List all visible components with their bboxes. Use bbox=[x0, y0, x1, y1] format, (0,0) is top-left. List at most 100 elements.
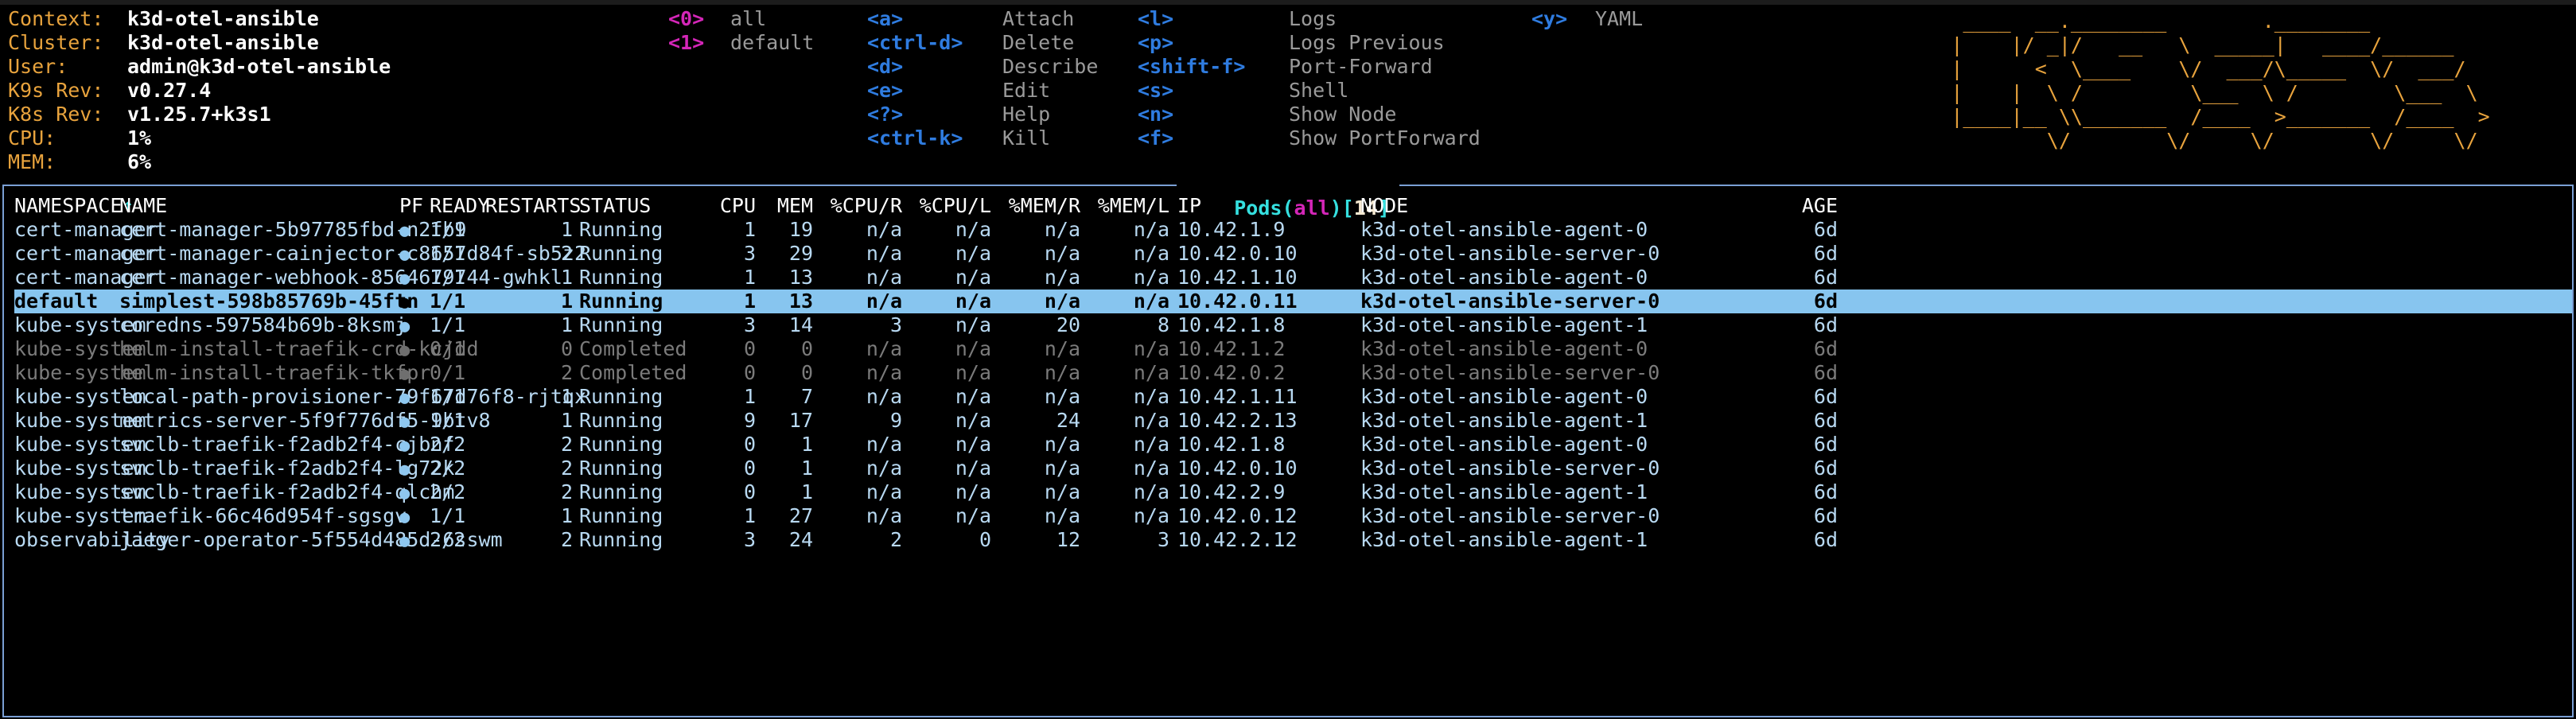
table-row[interactable]: observabilityjaeger-operator-5f554d485d-… bbox=[14, 528, 2572, 552]
table-row[interactable]: kube-systemsvclb-traefik-f2adb2f4-qlchm●… bbox=[14, 480, 2572, 504]
status-dot-icon: ● bbox=[399, 245, 411, 265]
shortcut-logs[interactable]: <l> Logs bbox=[1138, 7, 1481, 31]
cell-memr: n/a bbox=[1044, 385, 1080, 408]
shortcut-kill[interactable]: <ctrl-k> Kill bbox=[867, 126, 1098, 150]
cell-meml: n/a bbox=[1133, 290, 1169, 313]
column-header-age[interactable]: AGE bbox=[1774, 194, 1838, 218]
cell-meml: n/a bbox=[1133, 266, 1169, 289]
cell-cpul: n/a bbox=[955, 385, 991, 408]
status-dot-icon: ● bbox=[399, 317, 411, 336]
cell-node: k3d-otel-ansible-server-0 bbox=[1360, 457, 1660, 480]
cell-memr: n/a bbox=[1044, 361, 1080, 384]
table-row[interactable]: cert-managercert-manager-5b97785fbd-n2fb… bbox=[14, 218, 2572, 242]
table-row[interactable]: kube-systemlocal-path-provisioner-79f67d… bbox=[14, 385, 2572, 409]
table-row[interactable]: kube-systemsvclb-traefik-f2adb2f4-cjbnf●… bbox=[14, 433, 2572, 457]
cell-ready: 1/1 bbox=[430, 409, 466, 432]
cell-namespace: kube-system bbox=[14, 361, 146, 384]
cell-restarts: 1 bbox=[560, 290, 573, 313]
cell-ip: 10.42.0.2 bbox=[1177, 361, 1286, 384]
cell-restarts: 1 bbox=[560, 385, 573, 408]
status-dot-icon: ● bbox=[399, 340, 411, 360]
column-header--mem-l[interactable]: %MEM/L bbox=[1080, 194, 1169, 218]
namespace-shortcut-label: all bbox=[730, 7, 767, 30]
column-header-pf[interactable]: PF bbox=[399, 194, 430, 218]
column-header-ready[interactable]: READY bbox=[430, 194, 489, 218]
column-header-name[interactable]: NAME bbox=[119, 194, 399, 218]
cell-ip: 10.42.2.9 bbox=[1177, 480, 1286, 503]
cell-node: k3d-otel-ansible-agent-0 bbox=[1360, 385, 1648, 408]
shortcut-logs-previous[interactable]: <p> Logs Previous bbox=[1138, 31, 1481, 55]
column-header--cpu-r[interactable]: %CPU/R bbox=[813, 194, 902, 218]
table-row[interactable]: kube-systemtraefik-66c46d954f-sgsgv● 1/1 1… bbox=[14, 504, 2572, 528]
cell-cpul: n/a bbox=[955, 337, 991, 360]
cell-mem: 29 bbox=[788, 242, 813, 265]
shortcut-label: Logs bbox=[1289, 7, 1337, 30]
table-row[interactable]: default simplest-598b85769b-45ftn● 1/1 1 Run… bbox=[14, 290, 2572, 313]
table-row[interactable]: cert-managercert-manager-cainjector-c865… bbox=[14, 242, 2572, 266]
shortcut-port-forward[interactable]: <shift-f> Port-Forward bbox=[1138, 55, 1481, 79]
table-row[interactable]: cert-managercert-manager-webhook-8564679… bbox=[14, 266, 2572, 290]
shortcut-show-node[interactable]: <n> Show Node bbox=[1138, 103, 1481, 126]
cell-namespace: kube-system bbox=[14, 480, 146, 503]
cell-status: Completed bbox=[579, 337, 687, 360]
column-header-restarts[interactable]: RESTARTS bbox=[485, 194, 581, 218]
table-row[interactable]: kube-systemsvclb-traefik-f2adb2f4-lg72k●… bbox=[14, 457, 2572, 480]
cell-ip: 10.42.2.12 bbox=[1177, 528, 1298, 551]
column-header-mem[interactable]: MEM bbox=[756, 194, 813, 218]
column-header--mem-r[interactable]: %MEM/R bbox=[991, 194, 1080, 218]
cell-mem: 19 bbox=[788, 218, 813, 241]
shortcut-shell[interactable]: <s> Shell bbox=[1138, 79, 1481, 103]
namespace-shortcut-all[interactable]: <0> all bbox=[668, 7, 814, 31]
column-header-node[interactable]: NODE bbox=[1360, 194, 1774, 218]
cell-status: Running bbox=[579, 242, 663, 265]
cluster-info-key: User: bbox=[8, 55, 68, 78]
cluster-info-key: Cluster: bbox=[8, 31, 104, 54]
shortcut-show-portforward[interactable]: <f> Show PortForward bbox=[1138, 126, 1481, 150]
namespace-shortcut-default[interactable]: <1> default bbox=[668, 31, 814, 55]
cell-status: Running bbox=[579, 385, 663, 408]
cell-restarts: 1 bbox=[560, 313, 573, 336]
shortcut-attach[interactable]: <a> Attach bbox=[867, 7, 1098, 31]
table-row[interactable]: kube-systemcoredns-597584b69b-8ksmj● 1/1 1… bbox=[14, 313, 2572, 337]
shortcut-label: Show PortForward bbox=[1289, 126, 1481, 150]
cell-namespace: default bbox=[14, 290, 99, 313]
cell-memr: n/a bbox=[1044, 457, 1080, 480]
column-header--cpu-l[interactable]: %CPU/L bbox=[902, 194, 991, 218]
cell-node: k3d-otel-ansible-agent-0 bbox=[1360, 266, 1648, 289]
table-row[interactable]: kube-systemhelm-install-traefik-tkfpr● 0/… bbox=[14, 361, 2572, 385]
cell-mem: 13 bbox=[788, 266, 813, 289]
column-header-label: NAMESPACE bbox=[14, 194, 123, 217]
column-header-status[interactable]: STATUS bbox=[573, 194, 698, 218]
cell-cpur: n/a bbox=[866, 433, 902, 456]
cell-ip: 10.42.1.2 bbox=[1177, 337, 1286, 360]
shortcut-key: <?> bbox=[867, 103, 904, 126]
table-row[interactable]: kube-systemmetrics-server-5f9f776df5-9bt… bbox=[14, 409, 2572, 433]
status-dot-icon: ● bbox=[399, 364, 411, 384]
cell-status: Running bbox=[579, 290, 663, 313]
port-forward-status-icon: ● bbox=[399, 242, 430, 267]
k9s-logo-ascii-art: ____ __.________ .________ | |/ _|/ __ \… bbox=[1951, 10, 2490, 152]
cell-age: 6d bbox=[1813, 361, 1838, 384]
shortcut-help[interactable]: <?> Help bbox=[867, 103, 1098, 126]
table-header-row: NAMESPACE↑NAME PF READYRESTARTSSTATUS CPU ME… bbox=[14, 194, 2572, 218]
cell-mem: 13 bbox=[788, 290, 813, 313]
cell-ready: 2/2 bbox=[430, 457, 466, 480]
cell-restarts: 2 bbox=[560, 242, 573, 265]
cell-age: 6d bbox=[1813, 337, 1838, 360]
shortcut-yaml[interactable]: <y> YAML bbox=[1531, 7, 1643, 31]
shortcut-edit[interactable]: <e> Edit bbox=[867, 79, 1098, 103]
status-dot-icon: ● bbox=[399, 460, 411, 480]
column-header-namespace[interactable]: NAMESPACE↑ bbox=[14, 194, 134, 218]
cell-node: k3d-otel-ansible-agent-1 bbox=[1360, 313, 1648, 336]
shortcuts-column-3: <y> YAML bbox=[1531, 7, 1643, 31]
cell-ready: 1/1 bbox=[430, 242, 466, 265]
table-row[interactable]: kube-systemhelm-install-traefik-crd-kcjd… bbox=[14, 337, 2572, 361]
column-header-cpu[interactable]: CPU bbox=[698, 194, 756, 218]
cell-namespace: cert-manager bbox=[14, 218, 158, 241]
cell-name: helm-install-traefik-crd-kcjdd bbox=[119, 337, 479, 360]
cell-node: k3d-otel-ansible-server-0 bbox=[1360, 242, 1660, 265]
shortcut-delete[interactable]: <ctrl-d> Delete bbox=[867, 31, 1098, 55]
shortcut-describe[interactable]: <d> Describe bbox=[867, 55, 1098, 79]
cell-name: jaeger-operator-5f554d485d-6sswm bbox=[119, 528, 503, 551]
column-header-ip[interactable]: IP bbox=[1169, 194, 1360, 218]
